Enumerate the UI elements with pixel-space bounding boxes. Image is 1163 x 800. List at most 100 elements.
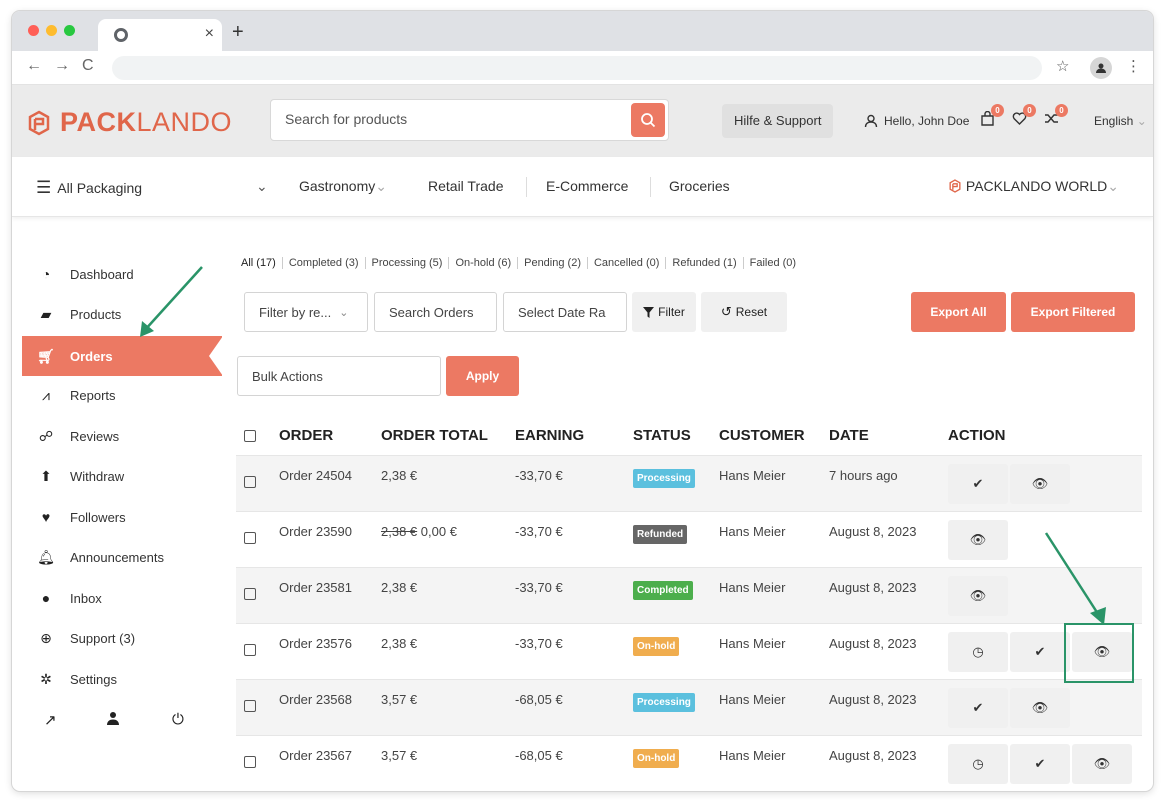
bookmark-star-icon[interactable]: ☆ (1056, 57, 1069, 75)
reset-button[interactable]: ↺ Reset (701, 292, 787, 332)
account-link[interactable]: Hello, John Doe (864, 114, 969, 128)
check-icon: ✔ (1034, 755, 1046, 771)
order-number[interactable]: Order 23590 (279, 510, 381, 567)
chevron-down-icon[interactable]: ⌄ (256, 178, 268, 195)
sidebar-item-label: Settings (70, 671, 117, 687)
complete-button[interactable]: ✔ (948, 687, 1008, 728)
sidebar-item-followers[interactable]: ♥ Followers (22, 497, 222, 537)
nav-gastronomy[interactable]: Gastronomy⌄ (299, 178, 387, 195)
processing-button[interactable]: ◷ (948, 631, 1008, 672)
view-button[interactable]: 👁︎ (1010, 463, 1070, 504)
user-profile-icon[interactable] (106, 711, 120, 729)
column-header-order[interactable]: ORDER (279, 417, 381, 455)
column-header-customer[interactable]: CUSTOMER (719, 417, 829, 455)
table-row: Order 23590 2,38 € 0,00 € -33,70 € Refun… (236, 510, 1142, 567)
hello-text: Hello, John Doe (884, 114, 970, 128)
compare-icon[interactable]: 0 (1044, 104, 1068, 131)
filter-cancelled[interactable]: Cancelled (0) (588, 257, 667, 269)
filter-all[interactable]: All (17) (241, 257, 283, 269)
nav-retail-trade[interactable]: Retail Trade (428, 178, 503, 194)
packlando-world-label: PACKLANDO WORLD (965, 178, 1108, 194)
tab-close-icon[interactable]: × (205, 25, 214, 43)
row-checkbox[interactable] (244, 531, 256, 544)
complete-button[interactable]: ✔ (1010, 631, 1070, 672)
sidebar-item-inbox[interactable]: ● Inbox (22, 578, 222, 618)
maximize-window-button[interactable] (64, 25, 75, 36)
column-header-earning[interactable]: EARNING (515, 417, 633, 455)
view-button[interactable]: 👁︎ (948, 519, 1008, 560)
bulk-actions-select[interactable]: Bulk Actions (237, 356, 441, 396)
order-date: August 8, 2023 (829, 622, 948, 679)
view-button[interactable]: 👁︎ (1010, 687, 1070, 728)
new-tab-button[interactable]: + (232, 21, 244, 44)
order-number[interactable]: Order 23576 (279, 622, 381, 679)
profile-avatar-icon[interactable] (1090, 57, 1112, 79)
window-controls (28, 25, 75, 36)
close-window-button[interactable] (28, 25, 39, 36)
view-button[interactable]: 👁︎ (948, 575, 1008, 616)
filter-completed[interactable]: Completed (3) (283, 257, 366, 269)
sidebar-item-orders[interactable]: 🛒︎ Orders (22, 336, 223, 376)
export-all-button[interactable]: Export All (911, 292, 1006, 332)
reload-icon[interactable]: C (82, 57, 94, 75)
nav-groceries[interactable]: Groceries (669, 178, 730, 194)
filter-by-registered-customer-select[interactable]: Filter by re... ⌄ (244, 292, 368, 332)
nav-packlando-world[interactable]: PACKLANDO WORLD⌄ (948, 178, 1119, 195)
forward-icon[interactable]: → (54, 57, 70, 75)
sidebar-item-announcements[interactable]: 🔔︎ Announcements (22, 537, 222, 577)
order-number[interactable]: Order 24504 (279, 454, 381, 511)
complete-button[interactable]: ✔ (948, 463, 1008, 504)
filter-failed[interactable]: Failed (0) (744, 257, 802, 269)
search-orders-input[interactable]: Search Orders (374, 292, 497, 332)
select-all-checkbox[interactable] (244, 429, 256, 442)
apply-button[interactable]: Apply (446, 356, 519, 396)
external-link-icon[interactable]: ↗ (44, 711, 57, 729)
wishlist-icon[interactable]: 0 (1012, 104, 1036, 131)
product-search (270, 99, 669, 141)
browser-menu-icon[interactable]: ⋮ (1126, 57, 1141, 75)
order-earning: -68,05 € (515, 734, 633, 791)
cart-icon[interactable]: 0 (980, 104, 1004, 131)
sidebar-item-settings[interactable]: ✲ Settings (22, 659, 222, 699)
power-logout-icon[interactable]: ⏻ (172, 711, 184, 728)
export-filtered-button[interactable]: Export Filtered (1011, 292, 1135, 332)
url-field[interactable] (112, 56, 1042, 80)
minimize-window-button[interactable] (46, 25, 57, 36)
annotation-arrow-orders (140, 266, 203, 337)
customer-name: Hans Meier (719, 566, 829, 623)
row-checkbox[interactable] (244, 587, 256, 600)
language-select[interactable]: English ⌄ (1094, 114, 1147, 128)
order-number[interactable]: Order 23567 (279, 734, 381, 791)
view-button[interactable]: 👁︎ (1072, 743, 1132, 784)
row-checkbox[interactable] (244, 475, 256, 488)
nav-e-commerce[interactable]: E-Commerce (546, 178, 628, 194)
browser-tab[interactable]: × (98, 19, 222, 51)
back-icon[interactable]: ← (26, 57, 42, 75)
processing-button[interactable]: ◷ (948, 743, 1008, 784)
filter-on-hold[interactable]: On-hold (6) (449, 257, 519, 269)
search-button[interactable] (631, 103, 665, 137)
row-checkbox[interactable] (244, 755, 256, 768)
packlando-logo[interactable]: PACK LANDO (26, 107, 232, 138)
column-header-order-total[interactable]: ORDER TOTAL (381, 417, 515, 455)
filter-refunded[interactable]: Refunded (1) (666, 257, 744, 269)
sidebar-item-reviews[interactable]: ☍ Reviews (22, 416, 222, 456)
filter-processing[interactable]: Processing (5) (366, 257, 450, 269)
column-header-status[interactable]: STATUS (633, 417, 719, 455)
search-input[interactable] (285, 111, 605, 127)
order-total: 3,57 € (381, 734, 515, 791)
select-date-range-input[interactable]: Select Date Ra (503, 292, 627, 332)
help-support-button[interactable]: Hilfe & Support (722, 104, 834, 138)
sidebar-item-withdraw[interactable]: ⬆ Withdraw (22, 456, 222, 496)
filter-pending[interactable]: Pending (2) (518, 257, 588, 269)
complete-button[interactable]: ✔ (1010, 743, 1070, 784)
row-checkbox[interactable] (244, 699, 256, 712)
sidebar-item-support[interactable]: ⊕ Support (3) (22, 618, 222, 658)
row-checkbox[interactable] (244, 643, 256, 656)
column-header-date[interactable]: DATE (829, 417, 948, 455)
all-packaging-menu[interactable]: ☰ All Packaging (36, 178, 142, 198)
filter-button[interactable]: Filter (632, 292, 696, 332)
sidebar-item-reports[interactable]: ⩘ Reports (22, 375, 222, 415)
order-number[interactable]: Order 23581 (279, 566, 381, 623)
order-number[interactable]: Order 23568 (279, 678, 381, 735)
